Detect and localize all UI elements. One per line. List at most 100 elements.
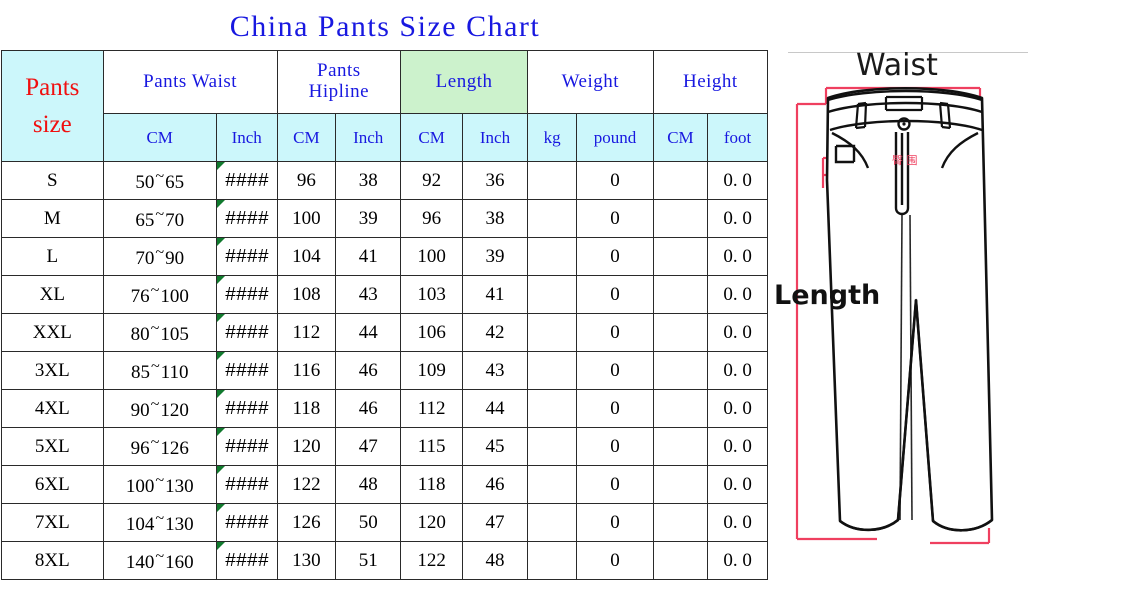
cell-waist-cm: 76~100	[102, 275, 217, 314]
header-unit-length-inch: Inch	[462, 113, 528, 162]
cell-weight-kg	[526, 351, 578, 390]
header-group-weight-label: Weight	[561, 71, 620, 92]
header-row-units: CM Inch CM Inch CM Inch kg pound CM foot	[2, 113, 768, 162]
cell-length-inch: 48	[462, 541, 528, 580]
cell-hip-cm: 96	[276, 161, 337, 200]
cell-weight-kg	[526, 237, 578, 276]
cell-waist-inch: ####	[215, 503, 278, 542]
cell-waist-cm: 96~126	[102, 427, 217, 466]
cell-size: 3XL	[1, 351, 104, 390]
header-group-length-label: Length	[435, 71, 493, 92]
header-pants-size-line2: size	[32, 111, 72, 138]
cell-weight-pound: 0	[576, 351, 654, 390]
cell-hip-inch: 46	[335, 351, 402, 390]
pants-button-hole	[902, 122, 906, 126]
cell-length-inch: 36	[462, 161, 528, 200]
cell-waist-cm: 140~160	[102, 541, 217, 580]
cell-waist-cm: 70~90	[102, 237, 217, 276]
table-row: 8XL 140~160 #### 130 51 122 48 0 0. 0	[1, 541, 768, 580]
cell-height-foot: 0. 0	[707, 427, 768, 466]
table-row: M 65~70 #### 100 39 96 38 0 0. 0	[1, 199, 768, 238]
cell-weight-kg	[526, 541, 578, 580]
header-unit-hip-cm: CM	[276, 113, 337, 162]
header-unit-weight-pound: pound	[576, 113, 654, 162]
cell-size: 8XL	[1, 541, 104, 580]
hip-annotation-text: 臀 围	[892, 154, 918, 167]
table-row: 5XL 96~126 #### 120 47 115 45 0 0. 0	[1, 427, 768, 466]
cell-length-cm: 96	[400, 199, 463, 238]
cell-height-foot: 0. 0	[707, 503, 768, 542]
header-group-height: Height	[652, 50, 769, 114]
cell-height-cm	[652, 351, 709, 390]
cell-size: 4XL	[1, 389, 104, 428]
cell-length-cm: 122	[400, 541, 463, 580]
cell-waist-cm: 80~105	[102, 313, 217, 352]
cell-hip-cm: 120	[276, 427, 337, 466]
header-unit-length-cm: CM	[400, 113, 463, 162]
cell-hip-inch: 48	[335, 465, 402, 504]
header-group-weight: Weight	[526, 50, 654, 114]
cell-hip-inch: 41	[335, 237, 402, 276]
cell-height-cm	[652, 427, 709, 466]
table-body: S 50~65 #### 96 38 92 36 0 0. 0 M 65~70 #### 100 39 96…	[1, 161, 768, 580]
cell-hip-inch: 47	[335, 427, 402, 466]
header-group-pants-waist-label: Pants Waist	[143, 71, 238, 92]
table-head: Pants size Pants Waist Pants Hipline Len…	[1, 50, 769, 162]
header-unit-height-cm: CM	[652, 113, 709, 162]
cell-height-foot: 0. 0	[707, 199, 768, 238]
cell-hip-inch: 38	[335, 161, 402, 200]
cell-height-cm	[652, 503, 709, 542]
cell-hip-cm: 112	[276, 313, 337, 352]
cell-size: L	[1, 237, 104, 276]
header-pants-size: Pants size	[1, 50, 104, 162]
cell-hip-cm: 104	[276, 237, 337, 276]
cell-size: S	[1, 161, 104, 200]
cell-length-cm: 118	[400, 465, 463, 504]
cell-weight-pound: 0	[576, 275, 654, 314]
cell-size: 6XL	[1, 465, 104, 504]
header-group-pants-hipline-line2: Hipline	[308, 81, 370, 102]
header-pants-size-line1: Pants	[25, 73, 80, 101]
cell-weight-pound: 0	[576, 503, 654, 542]
cell-size: XL	[1, 275, 104, 314]
cell-length-cm: 120	[400, 503, 463, 542]
table-row: 4XL 90~120 #### 118 46 112 44 0 0. 0	[1, 389, 768, 428]
page-title: China Pants Size Chart	[229, 10, 541, 43]
cell-length-inch: 41	[462, 275, 528, 314]
cell-hip-cm: 108	[276, 275, 337, 314]
cell-height-cm	[652, 237, 709, 276]
size-chart-table: Pants size Pants Waist Pants Hipline Len…	[1, 50, 769, 580]
cell-weight-kg	[526, 427, 578, 466]
cell-weight-kg	[526, 161, 578, 200]
cell-weight-pound: 0	[576, 427, 654, 466]
cell-height-foot: 0. 0	[707, 465, 768, 504]
cell-length-inch: 43	[462, 351, 528, 390]
table-row: S 50~65 #### 96 38 92 36 0 0. 0	[1, 161, 768, 200]
cell-weight-pound: 0	[576, 237, 654, 276]
cell-length-inch: 38	[462, 199, 528, 238]
header-group-pants-hipline-line1: Pants	[317, 60, 361, 82]
cell-hip-cm: 122	[276, 465, 337, 504]
cell-weight-pound: 0	[576, 161, 654, 200]
header-unit-hip-inch: Inch	[335, 113, 402, 162]
cell-height-foot: 0. 0	[707, 389, 768, 428]
cell-waist-cm: 85~110	[102, 351, 217, 390]
cell-waist-cm: 50~65	[102, 161, 217, 200]
cell-length-inch: 42	[462, 313, 528, 352]
table-row: L 70~90 #### 104 41 100 39 0 0. 0	[1, 237, 768, 276]
cell-length-inch: 45	[462, 427, 528, 466]
table-row: 7XL 104~130 #### 126 50 120 47 0 0. 0	[1, 503, 768, 542]
cell-hip-inch: 50	[335, 503, 402, 542]
header-group-pants-waist: Pants Waist	[102, 50, 278, 114]
cell-hip-inch: 44	[335, 313, 402, 352]
cell-height-foot: 0. 0	[707, 275, 768, 314]
header-group-height-label: Height	[682, 71, 738, 92]
cell-length-inch: 47	[462, 503, 528, 542]
cell-weight-kg	[526, 313, 578, 352]
cell-length-cm: 109	[400, 351, 463, 390]
cell-weight-pound: 0	[576, 199, 654, 238]
cell-hip-cm: 130	[276, 541, 337, 580]
cell-weight-pound: 0	[576, 313, 654, 352]
cell-size: 5XL	[1, 427, 104, 466]
cell-weight-kg	[526, 389, 578, 428]
